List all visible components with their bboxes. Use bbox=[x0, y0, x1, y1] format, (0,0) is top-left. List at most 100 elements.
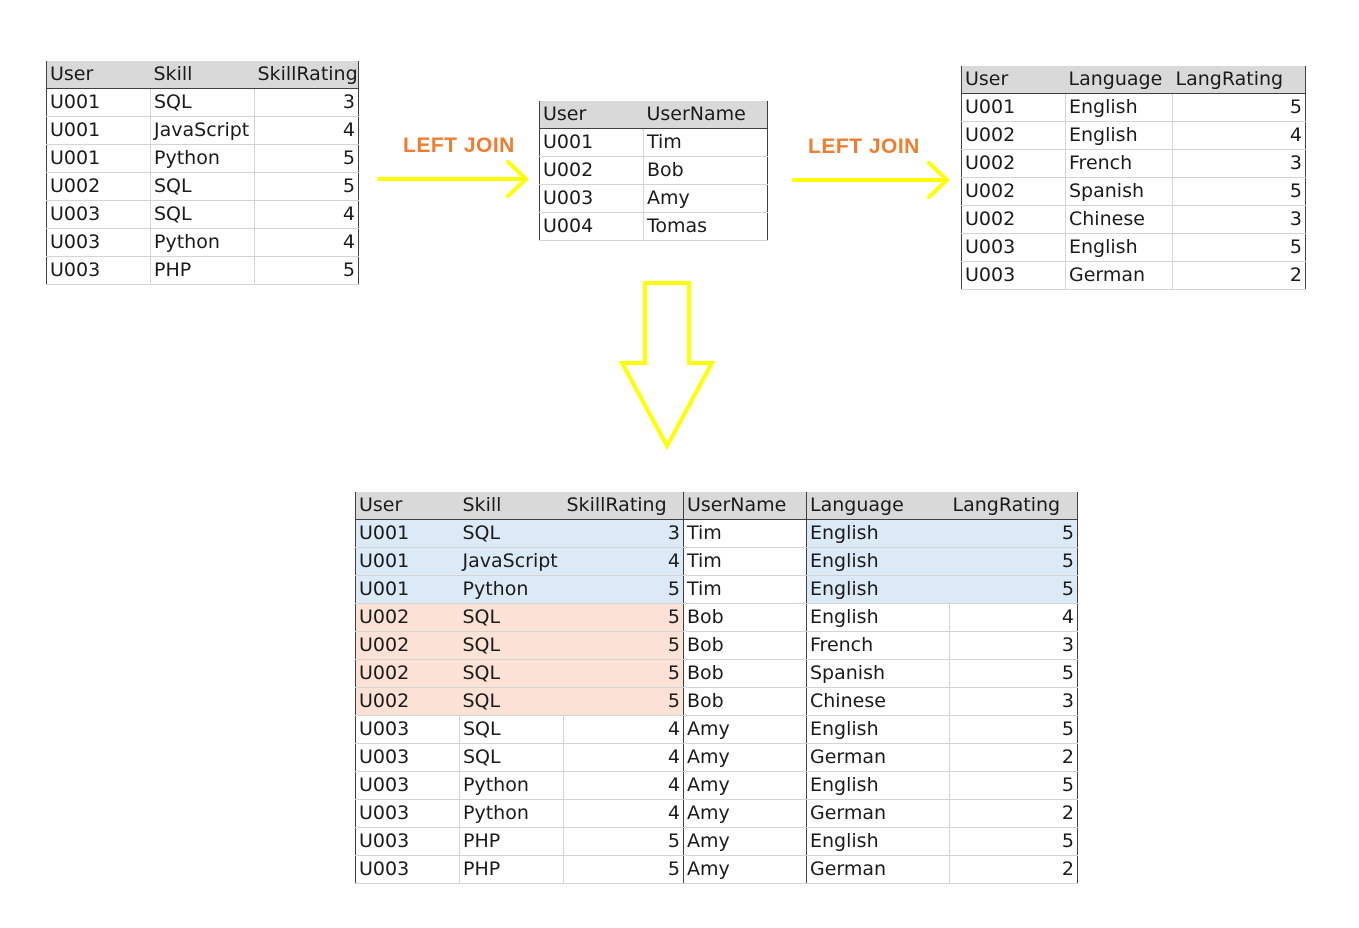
table-row: U001 JavaScript 4 bbox=[46, 116, 359, 145]
cell-skillrating: 5 bbox=[563, 687, 684, 716]
cell-user: U002 bbox=[539, 156, 644, 185]
cell-skillrating: 5 bbox=[254, 256, 359, 285]
arrow-right-2 bbox=[792, 161, 949, 199]
cell-user: U003 bbox=[355, 827, 460, 856]
table-row: U002 SQL 5 Bob Chinese 3 bbox=[355, 687, 1078, 716]
table-row: U001 Tim bbox=[539, 128, 768, 157]
cell-user: U002 bbox=[961, 121, 1066, 150]
users-table: User UserName U001 Tim U002 Bob U003 Amy U004 T… bbox=[539, 101, 768, 241]
result-rows: U001 SQL 3 Tim English 5 U001 JavaScript 4 Tim Eng… bbox=[355, 519, 1078, 884]
cell-language: French bbox=[806, 631, 950, 660]
cell-skillrating: 4 bbox=[563, 715, 684, 744]
table-row: U002 SQL 5 Bob Spanish 5 bbox=[355, 659, 1078, 688]
cell-skill: JavaScript bbox=[150, 116, 255, 145]
cell-langrating: 2 bbox=[949, 799, 1078, 828]
cell-skill: PHP bbox=[150, 256, 255, 285]
table-row: U002 Spanish 5 bbox=[961, 177, 1306, 206]
cell-language: English bbox=[806, 547, 950, 576]
cell-skillrating: 4 bbox=[254, 116, 359, 145]
cell-langrating: 5 bbox=[949, 715, 1078, 744]
cell-skillrating: 5 bbox=[254, 144, 359, 173]
cell-user: U003 bbox=[961, 233, 1066, 262]
cell-user: U002 bbox=[961, 205, 1066, 234]
cell-username: Amy bbox=[683, 827, 807, 856]
table-row: U001 SQL 3 Tim English 5 bbox=[355, 519, 1078, 548]
cell-language: English bbox=[806, 771, 950, 800]
cell-langrating: 5 bbox=[949, 771, 1078, 800]
header-langrating: LangRating bbox=[949, 492, 1078, 520]
left-join-label-2: LEFT JOIN bbox=[808, 135, 920, 158]
table-header-row: User Skill SkillRating UserName Language… bbox=[355, 492, 1078, 520]
table-row: U002 French 3 bbox=[961, 149, 1306, 178]
cell-langrating: 5 bbox=[1172, 93, 1306, 122]
cell-language: German bbox=[1065, 261, 1173, 290]
cell-language: French bbox=[1065, 149, 1173, 178]
cell-user: U002 bbox=[961, 177, 1066, 206]
cell-skillrating: 5 bbox=[563, 855, 684, 884]
cell-username: Bob bbox=[643, 156, 768, 185]
cell-user: U003 bbox=[961, 261, 1066, 290]
cell-skillrating: 3 bbox=[563, 519, 684, 548]
cell-skillrating: 5 bbox=[563, 659, 684, 688]
cell-language: English bbox=[1065, 121, 1173, 150]
cell-user: U003 bbox=[46, 228, 151, 257]
cell-language: English bbox=[1065, 233, 1173, 262]
cell-user: U004 bbox=[539, 212, 644, 241]
cell-language: Chinese bbox=[1065, 205, 1173, 234]
header-skillrating: SkillRating bbox=[563, 492, 684, 520]
cell-user: U002 bbox=[355, 631, 460, 660]
cell-skill: Python bbox=[459, 575, 564, 604]
cell-language: English bbox=[806, 603, 950, 632]
header-langrating: LangRating bbox=[1172, 66, 1306, 94]
cell-langrating: 2 bbox=[1172, 261, 1306, 290]
cell-langrating: 5 bbox=[949, 827, 1078, 856]
cell-skill: SQL bbox=[459, 659, 564, 688]
cell-skill: SQL bbox=[150, 172, 255, 201]
header-username: UserName bbox=[643, 101, 768, 129]
cell-skill: SQL bbox=[459, 743, 564, 772]
cell-langrating: 5 bbox=[1172, 177, 1306, 206]
cell-username: Amy bbox=[683, 855, 807, 884]
cell-language: English bbox=[806, 519, 950, 548]
languages-table: User Language LangRating U001 English 5 U00… bbox=[961, 66, 1306, 290]
table-header-row: User Language LangRating bbox=[961, 66, 1306, 94]
table-row: U003 SQL 4 bbox=[46, 200, 359, 229]
cell-username: Tim bbox=[683, 575, 807, 604]
cell-username: Tim bbox=[683, 519, 807, 548]
table-row: U002 SQL 5 Bob English 4 bbox=[355, 603, 1078, 632]
cell-skillrating: 5 bbox=[563, 631, 684, 660]
cell-skillrating: 3 bbox=[254, 88, 359, 117]
header-username: UserName bbox=[683, 492, 807, 520]
cell-username: Amy bbox=[643, 184, 768, 213]
cell-skill: SQL bbox=[459, 519, 564, 548]
languages-rows: U001 English 5 U002 English 4 U002 French 3 U002 S… bbox=[961, 93, 1306, 290]
left-join-label-1: LEFT JOIN bbox=[403, 134, 515, 157]
table-row: U003 SQL 4 Amy German 2 bbox=[355, 743, 1078, 772]
cell-user: U002 bbox=[355, 603, 460, 632]
header-user: User bbox=[355, 492, 460, 520]
cell-skill: SQL bbox=[459, 715, 564, 744]
table-row: U001 English 5 bbox=[961, 93, 1306, 122]
cell-user: U001 bbox=[46, 88, 151, 117]
cell-username: Bob bbox=[683, 687, 807, 716]
table-row: U003 Python 4 bbox=[46, 228, 359, 257]
cell-language: German bbox=[806, 743, 950, 772]
table-row: U001 SQL 3 bbox=[46, 88, 359, 117]
cell-langrating: 3 bbox=[949, 687, 1078, 716]
cell-langrating: 5 bbox=[949, 575, 1078, 604]
cell-langrating: 5 bbox=[949, 659, 1078, 688]
cell-skill: SQL bbox=[150, 88, 255, 117]
cell-language: Spanish bbox=[806, 659, 950, 688]
table-row: U003 PHP 5 bbox=[46, 256, 359, 285]
cell-skillrating: 4 bbox=[563, 743, 684, 772]
cell-user: U001 bbox=[46, 116, 151, 145]
cell-skill: SQL bbox=[459, 603, 564, 632]
cell-username: Amy bbox=[683, 799, 807, 828]
cell-skillrating: 5 bbox=[563, 575, 684, 604]
cell-skill: SQL bbox=[459, 687, 564, 716]
table-row: U001 JavaScript 4 Tim English 5 bbox=[355, 547, 1078, 576]
cell-user: U003 bbox=[355, 799, 460, 828]
table-row: U003 English 5 bbox=[961, 233, 1306, 262]
table-row: U003 Python 4 Amy German 2 bbox=[355, 799, 1078, 828]
cell-skill: JavaScript bbox=[459, 547, 564, 576]
